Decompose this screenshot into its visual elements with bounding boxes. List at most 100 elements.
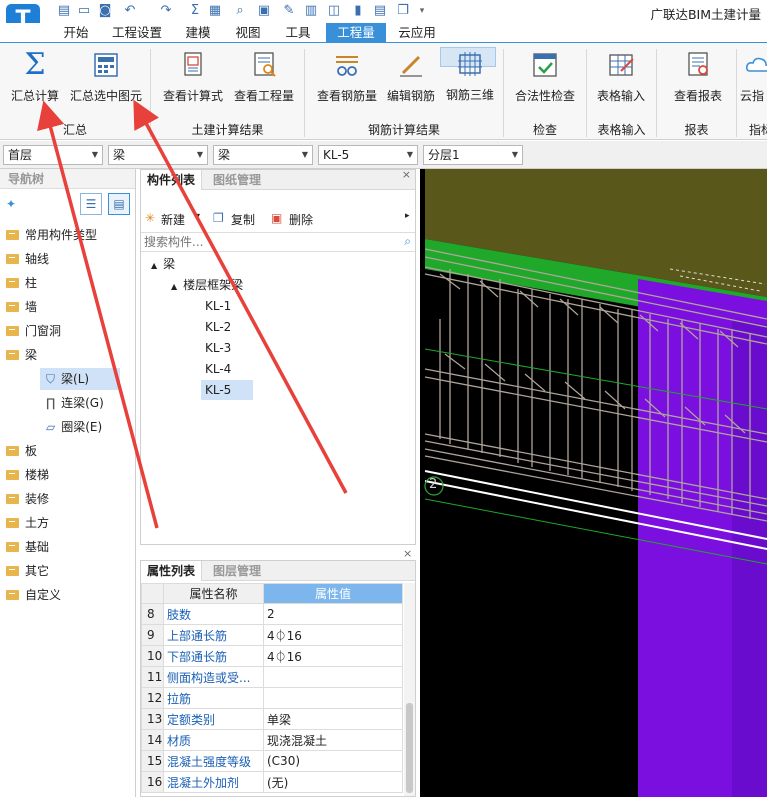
tree-root[interactable]: ▲ 梁 — [151, 254, 175, 274]
sum-calc-button[interactable]: Σ 汇总计算 — [6, 49, 64, 113]
tab-start[interactable]: 开始 — [56, 23, 96, 43]
tab-view[interactable]: 视图 — [228, 23, 268, 43]
folder-icon — [6, 254, 19, 264]
scrollbar[interactable] — [404, 583, 415, 796]
view-formula-button[interactable]: 查看计算式 — [160, 49, 226, 113]
nav-item-common[interactable]: 常用构件类型 — [6, 225, 97, 245]
search-box[interactable]: ⌕ — [141, 232, 415, 252]
search-icon[interactable]: ⌕ — [404, 234, 411, 249]
close-icon[interactable]: × — [403, 547, 412, 560]
table-row[interactable]: 15 混凝土强度等级 (C30) — [141, 750, 403, 772]
scrollbar-thumb[interactable] — [406, 703, 413, 793]
tab-project-settings[interactable]: 工程设置 — [106, 23, 168, 43]
ribbon: Σ 汇总计算 汇总选中图元 查看计算式 查看工程量 查看钢筋量 编辑钢筋 钢筋三… — [0, 42, 767, 140]
nav-item-stairs[interactable]: 楼梯 — [6, 465, 49, 485]
tab-quantity[interactable]: 工程量 — [326, 23, 386, 43]
nav-item-decoration[interactable]: 装修 — [6, 489, 49, 509]
component-item[interactable]: KL-4 — [201, 359, 253, 379]
table-row[interactable]: 14 材质 现浇混凝土 — [141, 729, 403, 751]
table-row[interactable]: 12 拉筋 — [141, 687, 403, 709]
component-item-selected[interactable]: KL-5 — [201, 380, 253, 400]
layer-icon[interactable]: ◫ — [326, 3, 342, 19]
component-select[interactable]: KL-5 ▼ — [318, 145, 418, 165]
table-icon[interactable]: ▤ — [372, 3, 388, 19]
sum-selected-button[interactable]: 汇总选中图元 — [66, 49, 146, 113]
nav-item-axis[interactable]: 轴线 — [6, 249, 49, 269]
tree-group[interactable]: ▲ 楼层框架梁 — [171, 275, 243, 295]
tab-layer-management[interactable]: 图层管理 — [207, 561, 267, 581]
tab-component-list[interactable]: 构件列表 — [141, 170, 203, 190]
expand-all-icon[interactable]: ✦ — [6, 197, 16, 211]
save-icon[interactable]: ◙ — [97, 3, 113, 19]
nav-sub-link-beam[interactable]: ∏ 连梁(G) — [40, 392, 104, 414]
nav-item-foundation[interactable]: 基础 — [6, 537, 49, 557]
list-view-icon[interactable]: ☰ — [80, 193, 102, 215]
undo-icon[interactable]: ↶ — [122, 3, 138, 19]
type-select[interactable]: 梁 ▼ — [213, 145, 313, 165]
component-item[interactable]: KL-2 — [201, 317, 253, 337]
chevron-down-icon: ▼ — [511, 150, 518, 159]
nav-item-beam[interactable]: 梁 — [6, 345, 37, 365]
nav-item-custom[interactable]: 自定义 — [6, 585, 61, 605]
chevron-down-icon[interactable]: ▾ — [414, 3, 430, 19]
grid-icon[interactable]: ▥ — [303, 3, 319, 19]
nav-item-other[interactable]: 其它 — [6, 561, 49, 581]
delete-button[interactable]: 删除 — [289, 211, 313, 228]
tab-drawing-management[interactable]: 图纸管理 — [207, 170, 267, 190]
category-select[interactable]: 梁 ▼ — [108, 145, 208, 165]
tab-modeling[interactable]: 建模 — [178, 23, 218, 43]
nav-item-column[interactable]: 柱 — [6, 273, 37, 293]
rebar-3d-viewport[interactable]: 2 — [420, 169, 767, 797]
floor-select[interactable]: 首层 ▼ — [3, 145, 103, 165]
legality-check-button[interactable]: 合法性检查 — [510, 49, 580, 113]
rebar-glasses-icon — [333, 51, 361, 79]
edit-rebar-button[interactable]: 编辑钢筋 — [384, 49, 438, 113]
table-row[interactable]: 8 肢数 2 — [141, 603, 403, 625]
property-panel-tabs: 属性列表 图层管理 — [141, 561, 415, 581]
chevron-down-icon: ▼ — [196, 150, 203, 159]
table-row[interactable]: 10 下部通长筋 4⏀16 — [141, 645, 403, 667]
component-item[interactable]: KL-1 — [201, 296, 253, 316]
table-input-button[interactable]: 表格输入 — [592, 49, 650, 113]
new-button[interactable]: 新建 — [161, 211, 185, 228]
find-icon[interactable]: ⌕ — [232, 3, 248, 19]
tab-property-list[interactable]: 属性列表 — [141, 561, 203, 581]
table-row[interactable]: 9 上部通长筋 4⏀16 — [141, 624, 403, 646]
column-icon[interactable]: ▮ — [350, 3, 366, 19]
chevron-down-icon[interactable]: ▾ — [196, 211, 200, 220]
group-label-summary: 汇总 — [62, 123, 87, 137]
selector-bar: 首层 ▼ 梁 ▼ 梁 ▼ KL-5 ▼ 分层1 ▼ — [0, 141, 767, 169]
table-row[interactable]: 11 侧面构造或受... — [141, 666, 403, 688]
sum-icon[interactable]: Σ — [187, 3, 203, 19]
edit-icon[interactable]: ✎ — [281, 3, 297, 19]
redo-icon[interactable]: ↷ — [158, 3, 174, 19]
nav-sub-beam-l[interactable]: ⛉ 梁(L) — [40, 368, 120, 390]
nav-item-openings[interactable]: 门窗洞 — [6, 321, 61, 341]
nav-item-earthwork[interactable]: 土方 — [6, 513, 49, 533]
table-row[interactable]: 13 定额类别 单梁 — [141, 708, 403, 730]
component-item[interactable]: KL-3 — [201, 338, 253, 358]
close-icon[interactable]: × — [402, 168, 411, 181]
copy-icon[interactable]: ❐ — [395, 3, 411, 19]
open-folder-icon[interactable]: ▭ — [76, 3, 92, 19]
view-report-button[interactable]: 查看报表 — [664, 49, 732, 113]
nav-item-slab[interactable]: 板 — [6, 441, 37, 461]
cloud-index-button[interactable]: 云指 — [740, 49, 767, 113]
view-rebar-qty-button[interactable]: 查看钢筋量 — [312, 49, 382, 113]
report-icon[interactable]: ▣ — [256, 3, 272, 19]
tab-tools[interactable]: 工具 — [278, 23, 318, 43]
search-input[interactable] — [141, 233, 391, 251]
table-icon[interactable]: ▦ — [207, 3, 223, 19]
copy-button[interactable]: 复制 — [231, 211, 255, 228]
layer-select[interactable]: 分层1 ▼ — [423, 145, 523, 165]
new-file-icon[interactable]: ▤ — [56, 3, 72, 19]
nav-sub-ring-beam[interactable]: ▱ 圈梁(E) — [40, 416, 102, 438]
tab-cloud[interactable]: 云应用 — [393, 23, 441, 43]
grid-view-icon[interactable]: ▤ — [108, 193, 130, 215]
more-icon[interactable]: ▸ — [405, 211, 410, 221]
nav-item-wall[interactable]: 墙 — [6, 297, 37, 317]
rebar-3d-button[interactable]: 钢筋三维 — [440, 47, 496, 102]
table-row[interactable]: 16 混凝土外加剂 (无) — [141, 771, 403, 793]
view-quantity-button[interactable]: 查看工程量 — [230, 49, 298, 113]
navigation-tree-panel: 导航树 ✦ ☰ ▤ 常用构件类型 轴线 柱 墙 门窗洞 梁 ⛉ 梁(L) ∏ 连梁(… — [0, 169, 136, 797]
